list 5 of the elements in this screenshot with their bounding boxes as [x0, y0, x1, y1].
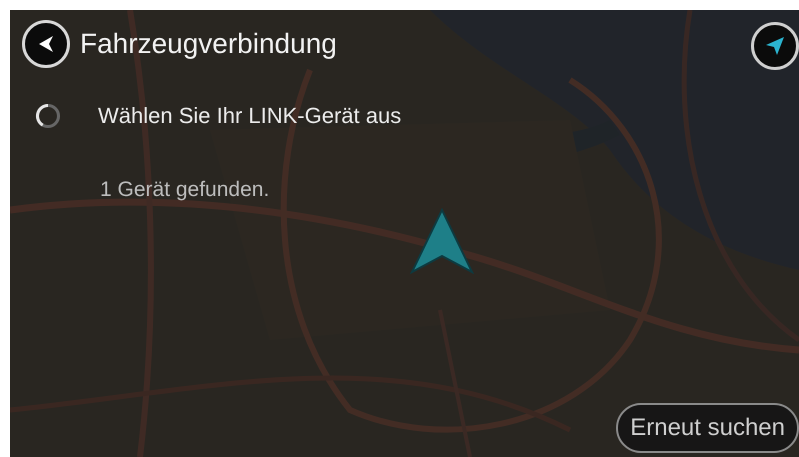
screen-title: Fahrzeugverbindung — [80, 28, 337, 60]
vehicle-arrow-icon — [410, 208, 474, 274]
status-message: Wählen Sie Ihr LINK-Gerät aus — [98, 103, 402, 129]
result-text: 1 Gerät gefunden. — [100, 178, 270, 202]
search-again-button[interactable]: Erneut suchen — [616, 403, 799, 453]
